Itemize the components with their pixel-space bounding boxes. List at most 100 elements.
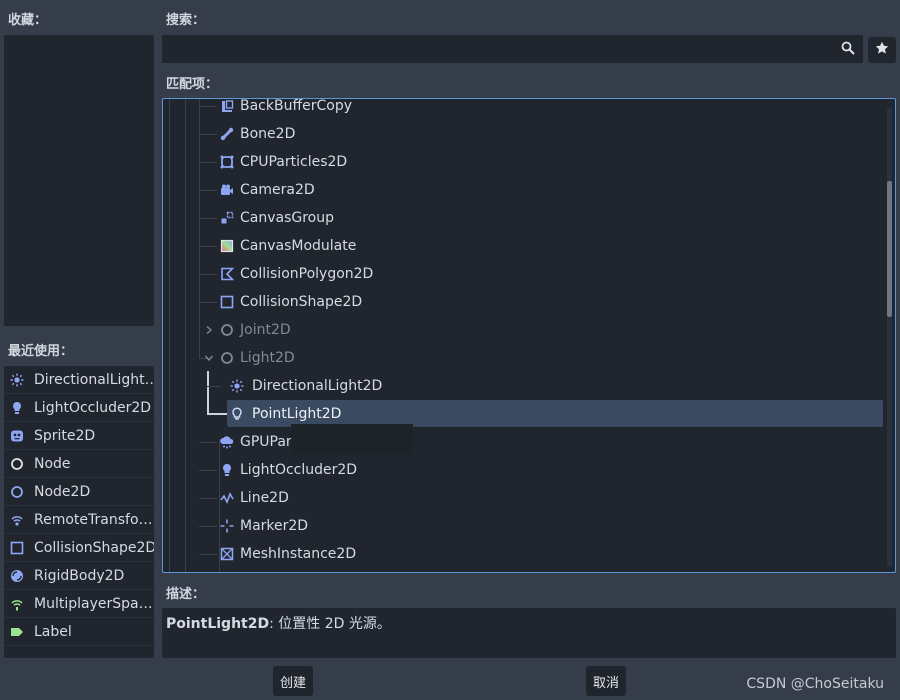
- tree-item-canvasmodulate[interactable]: CanvasModulate: [163, 232, 893, 260]
- search-label: 搜索：: [166, 13, 206, 28]
- tree-item-backbuffercopy[interactable]: BackBufferCopy: [163, 98, 893, 120]
- list-item[interactable]: Node2D: [4, 478, 154, 506]
- tree-item-label: DirectionalLight2D: [252, 378, 383, 394]
- search-input[interactable]: [162, 35, 838, 61]
- multiplayer-spawner-icon: [9, 596, 25, 612]
- directional-light-icon: [229, 378, 245, 394]
- tree-item-collisionshape2d[interactable]: CollisionShape2D: [163, 288, 893, 316]
- light-occluder-icon: [9, 400, 25, 416]
- list-item[interactable]: MultiplayerSpa…: [4, 590, 154, 618]
- list-item-label: Node: [34, 455, 71, 472]
- tree-item-meshinstance2d[interactable]: MeshInstance2D: [163, 540, 893, 568]
- tree-item-gpuparticles2d[interactable]: GPUPar: [163, 428, 893, 456]
- matches-tree[interactable]: BackBufferCopy Bone2D CPUParticles2D Cam…: [162, 98, 896, 573]
- tree-item-label: CollisionShape2D: [240, 294, 363, 310]
- node2d-icon: [9, 484, 25, 500]
- favorite-button[interactable]: [868, 37, 896, 63]
- list-item-label: Sprite2D: [34, 427, 96, 444]
- list-item[interactable]: DirectionalLight…: [4, 366, 154, 394]
- rigidbody-icon: [9, 568, 25, 584]
- tree-item-light2d[interactable]: Light2D: [163, 344, 893, 372]
- gpu-particles-icon: [219, 434, 235, 450]
- collision-shape-icon: [219, 294, 235, 310]
- list-item[interactable]: RigidBody2D: [4, 562, 154, 590]
- description-text: : 位置性 2D 光源。: [269, 616, 391, 632]
- tree-item-joint2d[interactable]: Joint2D: [163, 316, 893, 344]
- tree-item-directionallight2d[interactable]: DirectionalLight2D: [163, 372, 893, 400]
- collision-polygon-icon: [219, 266, 235, 282]
- favorites-list[interactable]: [4, 35, 154, 326]
- list-item[interactable]: Label: [4, 618, 154, 646]
- label-icon: [9, 624, 25, 640]
- tree-item-collisionpolygon2d[interactable]: CollisionPolygon2D: [163, 260, 893, 288]
- tree-item-label: GPUPar: [240, 434, 292, 450]
- line-icon: [219, 490, 235, 506]
- tree-item-label: BackBufferCopy: [240, 98, 352, 114]
- tree-scrollbar[interactable]: [887, 107, 892, 567]
- recent-list[interactable]: DirectionalLight… LightOccluder2D Sprite…: [4, 366, 154, 658]
- tree-item-canvasgroup[interactable]: CanvasGroup: [163, 204, 893, 232]
- tree-item-label: CanvasModulate: [240, 238, 357, 254]
- description-box: PointLight2D: 位置性 2D 光源。: [162, 608, 896, 658]
- chevron-right-icon[interactable]: [201, 322, 217, 338]
- node-icon: [9, 456, 25, 472]
- tree-item-marker2d[interactable]: Marker2D: [163, 512, 893, 540]
- tree-item-pointlight2d[interactable]: PointLight2D: [163, 400, 893, 428]
- collision-shape-icon: [9, 540, 25, 556]
- list-item-label: Label: [34, 623, 72, 640]
- camera-icon: [219, 182, 235, 198]
- joint-icon: [219, 322, 235, 338]
- tree-item-label: Camera2D: [240, 182, 315, 198]
- marker-icon: [219, 518, 235, 534]
- tree-item-label: CollisionPolygon2D: [240, 266, 374, 282]
- tooltip-overlay: [291, 424, 413, 454]
- tree-item-label: Bone2D: [240, 126, 296, 142]
- cancel-button[interactable]: 取消: [586, 666, 626, 696]
- tree-item-label: Marker2D: [240, 518, 309, 534]
- search-box[interactable]: [162, 35, 863, 63]
- backbuffer-icon: [219, 99, 235, 114]
- particles-icon: [219, 154, 235, 170]
- tree-item-lightoccluder2d[interactable]: LightOccluder2D: [163, 456, 893, 484]
- search-icon[interactable]: [841, 41, 855, 59]
- list-item-label: MultiplayerSpa…: [34, 595, 153, 612]
- list-item[interactable]: CollisionShape2D: [4, 534, 154, 562]
- tree-item-label: Line2D: [240, 490, 289, 506]
- favorites-label: 收藏：: [8, 13, 48, 28]
- light-occluder-icon: [219, 462, 235, 478]
- mesh-instance-icon: [219, 546, 235, 562]
- tree-item-label: MeshInstance2D: [240, 546, 357, 562]
- list-item-label: Node2D: [34, 483, 91, 500]
- tree-item-label: CPUParticles2D: [240, 154, 348, 170]
- list-item[interactable]: Sprite2D: [4, 422, 154, 450]
- bone-icon: [219, 126, 235, 142]
- watermark: CSDN @ChoSeitaku: [746, 676, 884, 692]
- canvas-group-icon: [219, 210, 235, 226]
- sprite-icon: [9, 428, 25, 444]
- remote-transform-icon: [9, 512, 25, 528]
- description-node-name: PointLight2D: [166, 616, 270, 632]
- recent-label: 最近使用：: [8, 344, 74, 359]
- point-light-icon: [229, 406, 245, 422]
- tree-item-cpuparticles2d[interactable]: CPUParticles2D: [163, 148, 893, 176]
- list-item[interactable]: LightOccluder2D: [4, 394, 154, 422]
- chevron-down-icon[interactable]: [201, 350, 217, 366]
- tree-item-label: Light2D: [240, 350, 295, 366]
- scrollbar-thumb[interactable]: [887, 181, 892, 317]
- list-item-label: RigidBody2D: [34, 567, 125, 584]
- list-item[interactable]: RemoteTransfo…: [4, 506, 154, 534]
- list-item[interactable]: Node: [4, 450, 154, 478]
- tree-item-bone2d[interactable]: Bone2D: [163, 120, 893, 148]
- tree-item-label: CanvasGroup: [240, 210, 335, 226]
- tree-item-label: PointLight2D: [252, 406, 342, 422]
- tree-item-line2d[interactable]: Line2D: [163, 484, 893, 512]
- tree-item-camera2d[interactable]: Camera2D: [163, 176, 893, 204]
- star-icon: [875, 41, 889, 59]
- canvas-modulate-icon: [219, 238, 235, 254]
- list-item-label: CollisionShape2D: [34, 539, 154, 556]
- list-item-label: DirectionalLight…: [34, 371, 154, 388]
- tree-item-label: Joint2D: [240, 322, 291, 338]
- light2d-icon: [219, 350, 235, 366]
- directional-light-icon: [9, 372, 25, 388]
- create-button[interactable]: 创建: [273, 666, 313, 696]
